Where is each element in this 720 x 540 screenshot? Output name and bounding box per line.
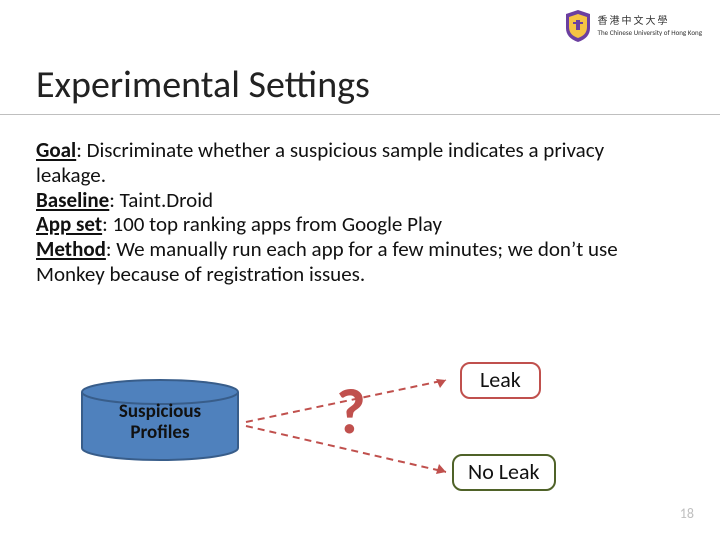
page-number: 18 bbox=[680, 505, 694, 522]
title-divider bbox=[0, 114, 720, 115]
university-logo: 香港中文大學 The Chinese University of Hong Ko… bbox=[564, 10, 702, 42]
baseline-text: : Taint.Droid bbox=[109, 187, 213, 213]
body-text: Goal: Discriminate whether a suspicious … bbox=[36, 138, 670, 287]
goal-label: Goal bbox=[36, 137, 76, 163]
logo-cn-text: 香港中文大學 bbox=[598, 17, 702, 27]
baseline-label: Baseline bbox=[36, 187, 109, 213]
leak-box: Leak bbox=[460, 362, 541, 399]
method-label: Method bbox=[36, 236, 106, 262]
logo-en-text: The Chinese University of Hong Kong bbox=[598, 29, 702, 36]
appset-label: App set bbox=[36, 211, 102, 237]
shield-icon bbox=[564, 10, 592, 42]
goal-text: : Discriminate whether a suspicious samp… bbox=[36, 137, 604, 188]
method-text: : We manually run each app for a few min… bbox=[36, 236, 618, 287]
noleak-box: No Leak bbox=[452, 454, 556, 491]
logo-text: 香港中文大學 The Chinese University of Hong Ko… bbox=[598, 17, 702, 36]
page-title: Experimental Settings bbox=[36, 62, 370, 108]
cylinder-label-l2: Profiles bbox=[130, 421, 189, 444]
noleak-label: No Leak bbox=[468, 458, 540, 485]
leak-label: Leak bbox=[480, 366, 521, 393]
diagram: Suspicious Profiles ? Leak No Leak bbox=[80, 358, 640, 508]
cylinder-label: Suspicious Profiles bbox=[80, 402, 240, 444]
cylinder-label-l1: Suspicious bbox=[119, 400, 201, 423]
appset-text: : 100 top ranking apps from Google Play bbox=[102, 211, 442, 237]
arrows-icon bbox=[240, 368, 470, 498]
